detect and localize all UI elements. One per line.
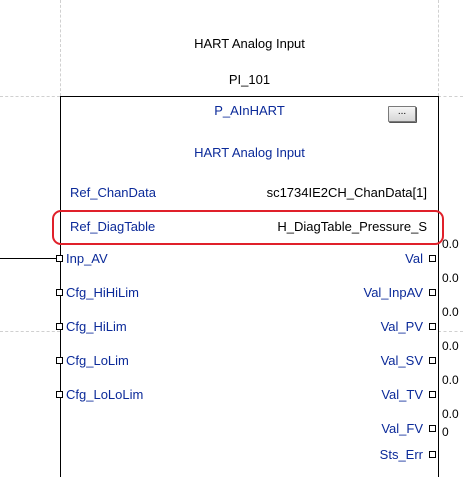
output-label: Val_PV <box>380 319 423 334</box>
output-value: 0.0 <box>442 339 459 353</box>
properties-button[interactable]: ... <box>388 106 416 122</box>
ref-name: Ref_DiagTable <box>70 219 156 234</box>
input-label: Inp_AV <box>66 251 108 266</box>
output-pin-boolean[interactable] <box>429 451 436 458</box>
input-pin[interactable] <box>56 391 63 398</box>
output-label: Val_FV <box>381 421 423 436</box>
output-pin[interactable] <box>429 391 436 398</box>
output-pin[interactable] <box>429 289 436 296</box>
input-wire <box>0 258 57 259</box>
output-value: 0.0 <box>442 271 459 285</box>
output-value: 0 <box>442 425 449 439</box>
input-label: Cfg_HiHiLim <box>66 285 139 300</box>
grid-line <box>438 96 463 97</box>
output-label: Sts_Err <box>379 447 423 462</box>
ref-name: Ref_ChanData <box>70 185 156 200</box>
ref-value[interactable]: H_DiagTable_Pressure_S <box>277 219 427 234</box>
input-pin[interactable] <box>56 357 63 364</box>
output-pin[interactable] <box>429 425 436 432</box>
block-description: HART Analog Input <box>194 36 305 51</box>
output-value: 0.0 <box>442 407 459 421</box>
ref-value[interactable]: sc1734IE2CH_ChanData[1] <box>267 185 427 200</box>
output-pin[interactable] <box>429 357 436 364</box>
output-value: 0.0 <box>442 305 459 319</box>
output-label: Val_InpAV <box>363 285 423 300</box>
output-label: Val_SV <box>380 353 423 368</box>
input-label: Cfg_LoLoLim <box>66 387 144 402</box>
output-value: 0.0 <box>442 373 459 387</box>
output-label: Val_TV <box>381 387 423 402</box>
input-label: Cfg_LoLim <box>66 353 129 368</box>
output-pin[interactable] <box>429 255 436 262</box>
grid-line <box>0 331 60 332</box>
input-pin[interactable] <box>56 323 63 330</box>
output-label: Val <box>405 251 423 266</box>
block-type: P_AInHART <box>214 103 285 118</box>
grid-line <box>438 331 463 332</box>
output-value: 0.0 <box>442 237 459 251</box>
input-label: Cfg_HiLim <box>66 319 127 334</box>
output-pin[interactable] <box>429 323 436 330</box>
input-pin[interactable] <box>56 289 63 296</box>
block-subtitle: HART Analog Input <box>194 145 305 160</box>
input-pin[interactable] <box>56 255 63 262</box>
grid-line <box>0 96 60 97</box>
block-tag[interactable]: PI_101 <box>60 72 439 87</box>
